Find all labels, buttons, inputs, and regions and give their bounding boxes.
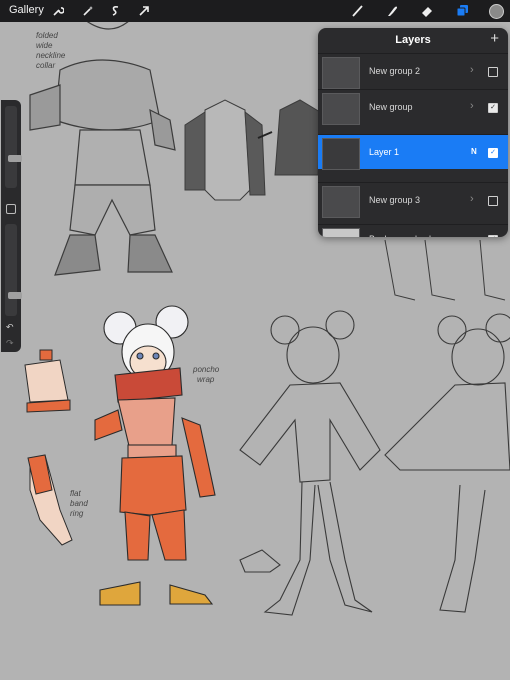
layer-thumbnail <box>322 57 360 89</box>
layers-panel-title: Layers <box>395 34 431 46</box>
layer-name: Layer 1 <box>369 147 400 157</box>
svg-text:wrap: wrap <box>197 375 215 384</box>
eraser-icon[interactable] <box>419 3 435 19</box>
top-toolbar: Gallery <box>0 0 510 22</box>
add-layer-button[interactable]: + <box>490 30 499 47</box>
magic-wand-icon[interactable] <box>80 3 96 19</box>
brush-size-slider[interactable] <box>5 106 22 188</box>
svg-text:collar: collar <box>36 61 55 70</box>
color-icon[interactable] <box>488 3 504 19</box>
svg-text:wide: wide <box>36 41 53 50</box>
chevron-right-icon[interactable]: › <box>470 100 474 112</box>
sketch-note-ring: flat <box>70 489 81 498</box>
selection-icon[interactable] <box>108 3 124 19</box>
layer-row[interactable]: New group 3 › <box>318 182 508 225</box>
transform-icon[interactable] <box>136 3 152 19</box>
wrench-icon[interactable] <box>50 3 66 19</box>
layer-row[interactable]: Layer 1 N ✓ <box>318 134 508 170</box>
brush-icon[interactable] <box>350 3 366 19</box>
visibility-checkbox[interactable]: ✓ <box>488 235 498 237</box>
visibility-checkbox[interactable]: ✓ <box>488 148 498 158</box>
layer-name: Background color <box>369 234 439 237</box>
layer-name: New group 2 <box>369 66 421 76</box>
layer-thumbnail <box>322 138 360 170</box>
chevron-right-icon[interactable]: › <box>470 64 474 76</box>
layer-row[interactable]: Background color ✓ <box>318 224 508 237</box>
layer-thumbnail <box>322 228 360 237</box>
blend-mode-button[interactable]: N <box>471 147 477 156</box>
layer-name: New group 3 <box>369 195 421 205</box>
sketch-note-collar: folded <box>36 31 58 40</box>
brush-size-thumb[interactable] <box>8 154 22 162</box>
visibility-checkbox[interactable]: ✓ <box>488 103 498 113</box>
visibility-checkbox[interactable] <box>488 196 498 206</box>
opacity-slider[interactable] <box>5 224 22 316</box>
opacity-thumb[interactable] <box>8 292 22 299</box>
sketch-note-poncho: poncho <box>192 365 220 374</box>
svg-text:ring: ring <box>70 509 84 518</box>
layer-thumbnail <box>322 186 360 218</box>
chevron-right-icon[interactable]: › <box>470 193 474 205</box>
layer-thumbnail <box>322 93 360 125</box>
undo-icon[interactable]: ↶ <box>6 322 14 333</box>
layer-name: New group <box>369 102 413 112</box>
gallery-button[interactable]: Gallery <box>9 4 44 16</box>
svg-text:neckline: neckline <box>36 51 66 60</box>
modify-button[interactable] <box>6 204 16 214</box>
layer-row[interactable]: New group 2 › <box>318 53 508 90</box>
layers-panel: Layers + New group 2 › New group › ✓ Layer 1 N… <box>318 28 508 237</box>
redo-icon[interactable]: ↷ <box>6 338 14 349</box>
layers-icon[interactable] <box>454 3 470 19</box>
smudge-icon[interactable] <box>384 3 400 19</box>
svg-text:band: band <box>70 499 88 508</box>
left-sidebar: ↶ ↷ <box>1 100 22 352</box>
visibility-checkbox[interactable] <box>488 67 498 77</box>
layer-row[interactable]: New group › ✓ <box>318 89 508 135</box>
